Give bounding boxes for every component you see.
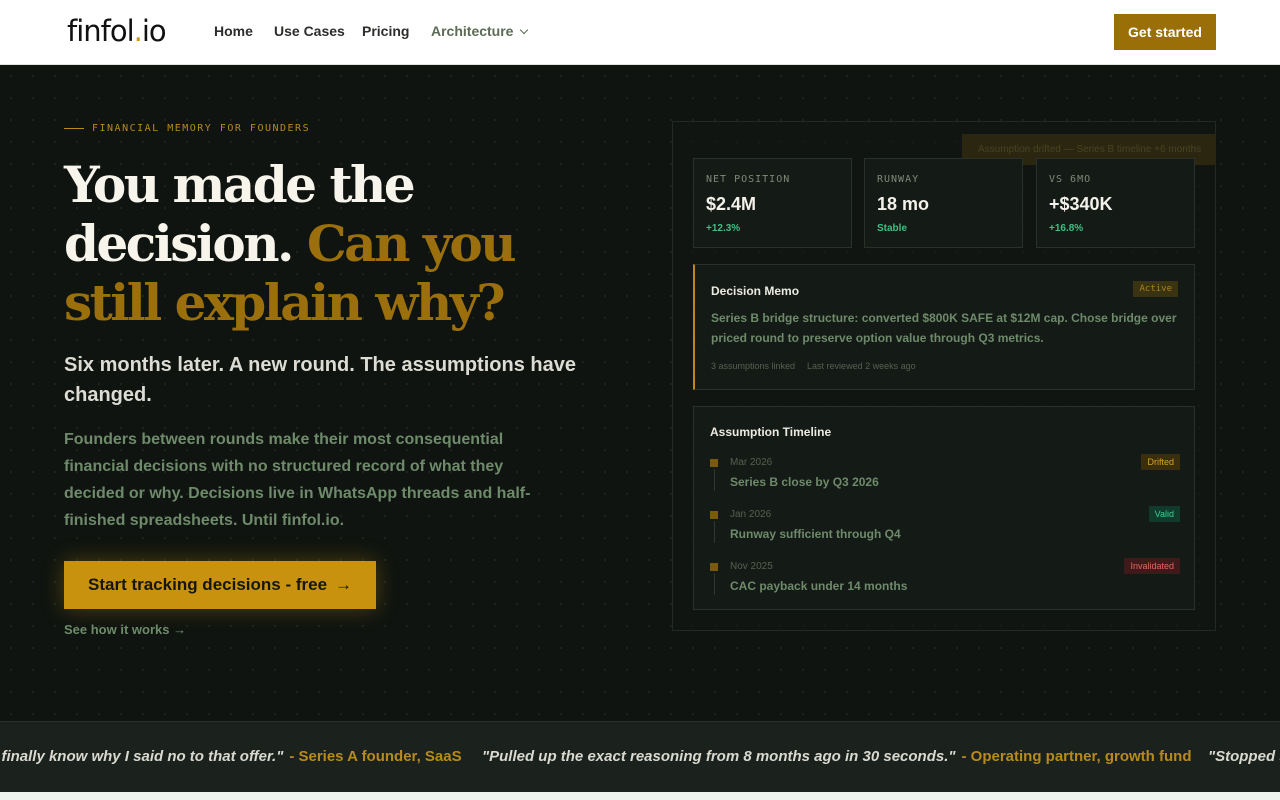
timeline-item: Mar 2026 Series B close by Q3 2026 Drift… bbox=[710, 454, 1180, 501]
timeline-marker bbox=[710, 459, 718, 467]
timeline-title: Assumption Timeline bbox=[710, 425, 832, 439]
stat-label: NET POSITION bbox=[706, 174, 791, 185]
next-section-edge bbox=[0, 792, 1280, 800]
timeline-connector bbox=[714, 469, 715, 491]
hero-body: Founders between rounds make their most … bbox=[64, 431, 531, 529]
get-started-button[interactable]: Get started bbox=[1114, 14, 1216, 50]
timeline-date: Jan 2026 bbox=[730, 509, 772, 520]
nav-link-home[interactable]: Home bbox=[214, 23, 253, 39]
start-tracking-label: Start tracking decisions - free bbox=[88, 575, 328, 594]
stat-label: RUNWAY bbox=[877, 174, 920, 185]
timeline-text: Series B close by Q3 2026 bbox=[730, 475, 879, 489]
stat-card-net-position: NET POSITION $2.4M +12.3% bbox=[693, 158, 852, 248]
memo-meta: 3 assumptions linked Last reviewed 2 week… bbox=[711, 361, 916, 371]
timeline-connector bbox=[714, 521, 715, 543]
stat-delta: +12.3% bbox=[706, 223, 741, 234]
eyebrow-text: FINANCIAL MEMORY FOR FOUNDERS bbox=[92, 123, 311, 134]
timeline-item: Jan 2026 Runway sufficient through Q4 Va… bbox=[710, 506, 1180, 553]
nav-link-use-cases[interactable]: Use Cases bbox=[274, 23, 345, 39]
hero-headline: You made the decision. Can you still exp… bbox=[64, 155, 584, 332]
eyebrow-line bbox=[64, 127, 84, 129]
see-how-label: See how it works bbox=[64, 622, 170, 637]
testimonial-item: "Pulled up the exact reasoning from 8 mo… bbox=[482, 748, 1192, 765]
start-tracking-button[interactable]: Start tracking decisions - free → bbox=[64, 561, 376, 609]
logo-main: finfol bbox=[67, 14, 135, 48]
testimonial-source: - Operating partner, growth fund bbox=[961, 748, 1192, 765]
logo-dot: . bbox=[133, 14, 143, 48]
top-nav: finfol.io Home Use Cases Pricing Archite… bbox=[0, 0, 1280, 65]
hero-section: FINANCIAL MEMORY FOR FOUNDERS You made t… bbox=[0, 65, 1280, 721]
timeline-date: Nov 2025 bbox=[730, 561, 773, 572]
hero-eyebrow: FINANCIAL MEMORY FOR FOUNDERS bbox=[64, 123, 310, 134]
timeline-text: Runway sufficient through Q4 bbox=[730, 527, 901, 541]
stat-label: VS 6MO bbox=[1049, 174, 1092, 185]
status-badge-active: Active bbox=[1133, 281, 1178, 297]
see-how-it-works-link[interactable]: See how it works → bbox=[64, 622, 186, 637]
testimonial-quote: "Pulled up the exact reasoning from 8 mo… bbox=[482, 748, 956, 765]
testimonial-item: "I finally know why I said no to that of… bbox=[0, 748, 462, 765]
timeline-marker bbox=[710, 511, 718, 519]
stat-card-runway: RUNWAY 18 mo Stable bbox=[864, 158, 1023, 248]
memo-last-reviewed: Last reviewed 2 weeks ago bbox=[807, 361, 916, 371]
arrow-right-icon: → bbox=[335, 575, 353, 594]
nav-link-architecture[interactable]: Architecture bbox=[431, 23, 529, 39]
testimonial-source: - Series A founder, SaaS bbox=[289, 748, 462, 765]
timeline-text: CAC payback under 14 months bbox=[730, 579, 908, 593]
timeline-date: Mar 2026 bbox=[730, 457, 773, 468]
testimonial-quote: "Stopped s bbox=[1208, 748, 1280, 765]
logo[interactable]: finfol.io bbox=[67, 14, 167, 48]
testimonial-quote: "I finally know why I said no to that of… bbox=[0, 748, 284, 765]
nav-link-pricing[interactable]: Pricing bbox=[362, 23, 409, 39]
status-badge-drifted: Drifted bbox=[1141, 454, 1180, 470]
testimonial-marquee: "I finally know why I said no to that of… bbox=[0, 721, 1280, 792]
stat-delta: Stable bbox=[877, 223, 908, 234]
stat-value: 18 mo bbox=[877, 194, 930, 214]
stat-delta: +16.8% bbox=[1049, 223, 1084, 234]
memo-assumptions-count: 3 assumptions linked bbox=[711, 361, 796, 371]
stat-value: +$340K bbox=[1049, 194, 1113, 214]
chevron-down-icon bbox=[520, 25, 529, 35]
stat-value: $2.4M bbox=[706, 194, 757, 214]
dashboard-preview-panel: Assumption drifted — Series B timeline +… bbox=[672, 121, 1216, 631]
assumption-timeline-card: Assumption Timeline Mar 2026 Series B cl… bbox=[693, 406, 1195, 610]
status-badge-valid: Valid bbox=[1148, 506, 1180, 522]
stat-card-vs-6mo: VS 6MO +$340K +16.8% bbox=[1036, 158, 1195, 248]
memo-title: Decision Memo bbox=[711, 284, 800, 298]
arrow-right-icon: → bbox=[173, 622, 187, 637]
decision-memo-card: Decision Memo Active Series B bridge str… bbox=[693, 264, 1195, 390]
timeline-marker bbox=[710, 563, 718, 571]
logo-tld: io bbox=[141, 14, 167, 48]
nav-link-architecture-label: Architecture bbox=[431, 23, 514, 39]
memo-body: Series B bridge structure: converted $80… bbox=[711, 311, 1177, 345]
testimonial-item: "Stopped s bbox=[1208, 748, 1280, 765]
status-badge-invalidated: Invalidated bbox=[1124, 558, 1180, 574]
hero-subhead: Six months later. A new round. The assum… bbox=[64, 354, 576, 406]
timeline-item: Nov 2025 CAC payback under 14 months Inv… bbox=[710, 558, 1180, 605]
timeline-connector bbox=[714, 573, 715, 595]
